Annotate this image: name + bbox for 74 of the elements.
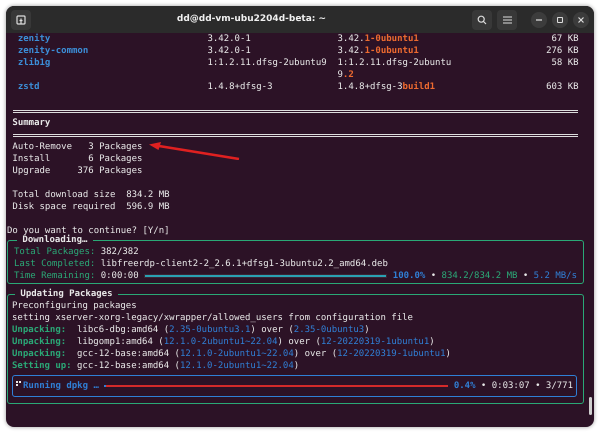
package-name: zlib1g [18, 57, 52, 69]
download-speed: 5.2 MB/s [534, 270, 577, 282]
new-version: 1.4.8+dfsg-3build1 [338, 81, 436, 93]
package-size: 58 KB [550, 57, 580, 69]
search-icon [477, 14, 487, 24]
action-label: Unpacking: [12, 336, 68, 348]
field-value: 0:00:00 [100, 270, 139, 282]
close-button[interactable] [573, 12, 589, 28]
new-version: 3.42.1-0ubuntu1 [338, 45, 420, 57]
field-value: 382/382 [100, 246, 139, 258]
field-label: Time Remaining: [14, 270, 96, 282]
minimize-button[interactable] [531, 12, 547, 28]
old-version: 1:1.2.11.dfsg-2ubuntu9 [207, 57, 328, 69]
section-title: Summary [12, 118, 50, 128]
field-label: Total Packages: [14, 246, 96, 258]
search-button[interactable] [472, 10, 492, 30]
summary-unit: Packages [99, 165, 142, 177]
prompt-text: Do you want to continue? [Y/n] [7, 226, 170, 236]
package-size: 276 KB [545, 45, 580, 57]
bullet: • [480, 380, 486, 392]
action-label: Unpacking: [12, 324, 68, 336]
field-value: libfreerdp-client2-2_2.6.1+dfsg1-3ubuntu2.2_amd64.deb [100, 258, 388, 270]
field-label: Last Completed: [14, 258, 96, 270]
spinner-icon [16, 381, 21, 386]
log-line: libgomp1:amd64 (12.1.0-2ubuntu1~22.04) over (12-20220319-1ubuntu1) [77, 336, 435, 348]
new-tab-icon [16, 14, 26, 24]
bullet: • [522, 270, 528, 282]
old-version: 3.42.0-1 [207, 33, 252, 45]
summary-unit: Packages [99, 141, 142, 153]
package-name: zenity [18, 33, 52, 45]
log-line: libc6-dbg:amd64 (2.35-0ubuntu3.1) over (2.35-0ubuntu3) [77, 324, 370, 336]
progress-percent: 100.0% [392, 270, 426, 282]
action-label: Unpacking: [12, 348, 68, 360]
panel-title: Updating Packages [19, 288, 114, 300]
scrollbar [589, 397, 592, 415]
summary-label: Install [12, 153, 52, 165]
new-version: 3.42.1-0ubuntu1 [338, 33, 420, 45]
elapsed-time: 0:03:07 [492, 380, 530, 392]
summary-label: Auto-Remove [12, 141, 72, 153]
action-label: Setting up: [12, 360, 73, 372]
log-line: gcc-12-base:amd64 (12.1.0-2ubuntu1~22.04) [77, 360, 300, 372]
minimize-icon [536, 18, 542, 20]
summary-label: Disk space required [12, 201, 116, 213]
menu-icon [502, 16, 512, 24]
old-version: 1.4.8+dfsg-3 [207, 81, 274, 93]
summary-count: 3 [88, 141, 94, 153]
progress-percent: 0.4% [454, 380, 476, 392]
log-line: gcc-12-base:amd64 (12.1.0-2ubuntu1~22.04) over (12-20220319-1ubuntu1) [77, 348, 451, 360]
log-line: Preconfiguring packages [12, 301, 137, 311]
window-title: dd@dd-vm-ubu2204d-beta: ~ [176, 12, 326, 26]
menu-button[interactable] [497, 10, 517, 30]
package-name: zenity-common [18, 45, 90, 57]
old-version: 3.42.0-1 [207, 45, 252, 57]
package-size: 67 KB [550, 33, 580, 45]
summary-value: 834.2 MB [126, 189, 170, 201]
download-amount: 834.2/834.2 MB [442, 270, 518, 282]
new-tab-button[interactable] [11, 10, 31, 30]
summary-count: 376 [77, 165, 94, 177]
package-name: zstd [18, 81, 41, 93]
close-icon [578, 16, 584, 22]
summary-count: 6 [88, 153, 94, 165]
task-count: 3/771 [546, 380, 573, 392]
summary-label: Total download size [12, 189, 116, 201]
maximize-icon [557, 16, 563, 22]
summary-value: 596.9 MB [126, 201, 170, 213]
bullet: • [430, 270, 436, 282]
maximize-button[interactable] [552, 12, 568, 28]
summary-unit: Packages [99, 153, 142, 165]
bullet: • [535, 380, 540, 392]
log-line: setting xserver-xorg-legacy/xwrapper/allowed_users from configuration file [12, 313, 413, 323]
task-label: Running dpkg … [23, 380, 99, 392]
panel-title: Downloading… [21, 234, 88, 246]
package-size: 603 KB [545, 81, 580, 93]
summary-label: Upgrade [12, 165, 52, 177]
